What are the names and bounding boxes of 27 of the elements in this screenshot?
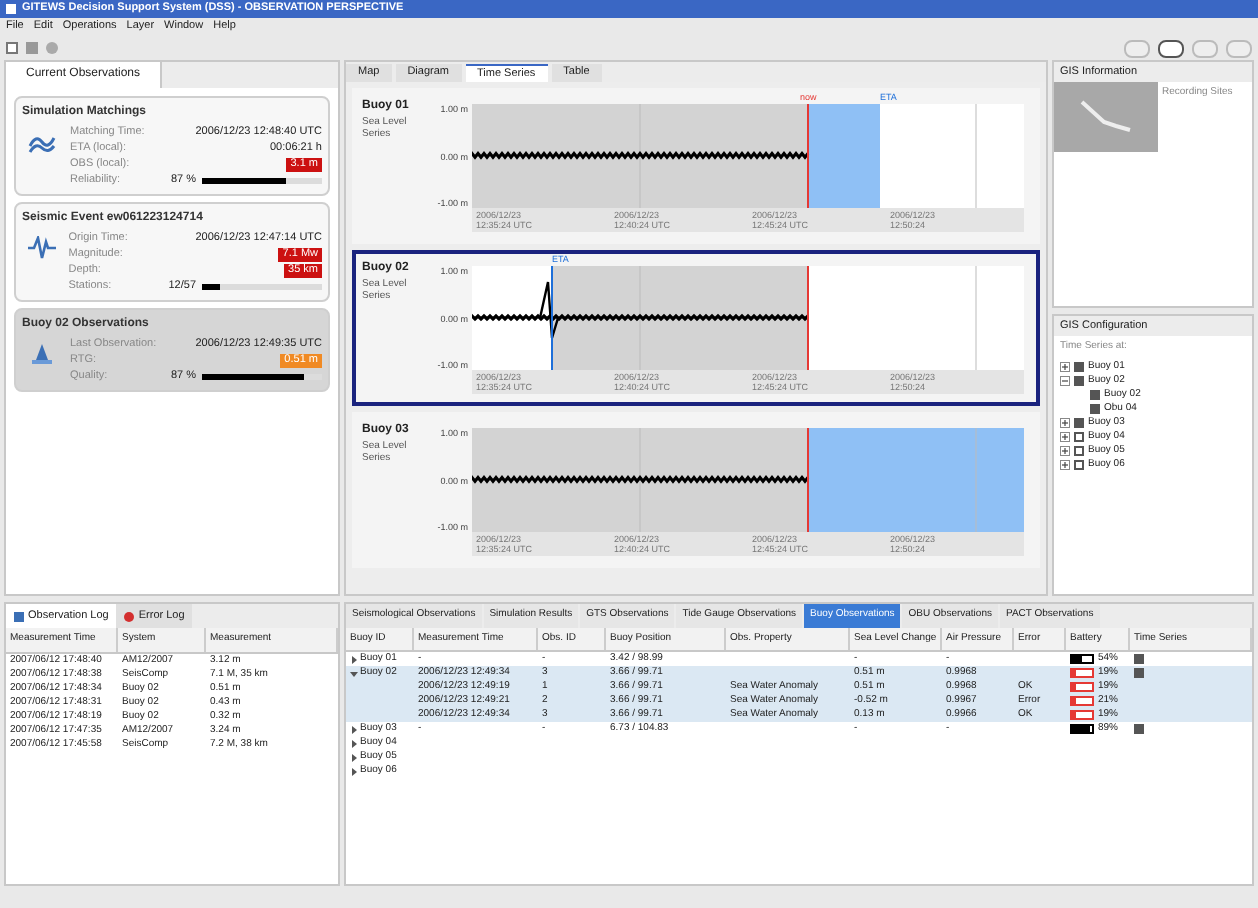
expand-icon[interactable] [350,767,358,775]
time-series-checkbox[interactable] [1134,654,1144,664]
expand-icon[interactable] [1060,361,1070,372]
expand-icon[interactable] [350,739,358,747]
expand-icon[interactable] [1060,431,1070,442]
app-icon [6,4,16,14]
perspective-button[interactable] [1158,39,1184,57]
expand-icon[interactable] [1060,459,1070,470]
tree-checkbox[interactable] [1074,361,1084,372]
tree-checkbox[interactable] [1074,445,1084,456]
error-icon [124,611,135,622]
tree-checkbox[interactable] [1074,417,1084,428]
tree-checkbox[interactable] [1074,431,1084,442]
time-series-checkbox[interactable] [1134,668,1144,678]
seismograph-icon [28,236,56,260]
tree-checkbox[interactable] [1090,389,1100,400]
expand-icon[interactable] [350,753,358,761]
time-series-checkbox[interactable] [1134,724,1144,734]
tree-checkbox[interactable] [1074,375,1084,386]
buoy-icon [28,342,56,366]
expand-icon[interactable] [1060,445,1070,456]
collapse-icon[interactable] [1060,375,1070,386]
coastline-drawing [1076,97,1136,138]
expand-icon[interactable] [1060,417,1070,428]
log-icon [14,611,24,622]
tree-checkbox[interactable] [1074,459,1084,470]
tree-checkbox[interactable] [1090,403,1100,414]
